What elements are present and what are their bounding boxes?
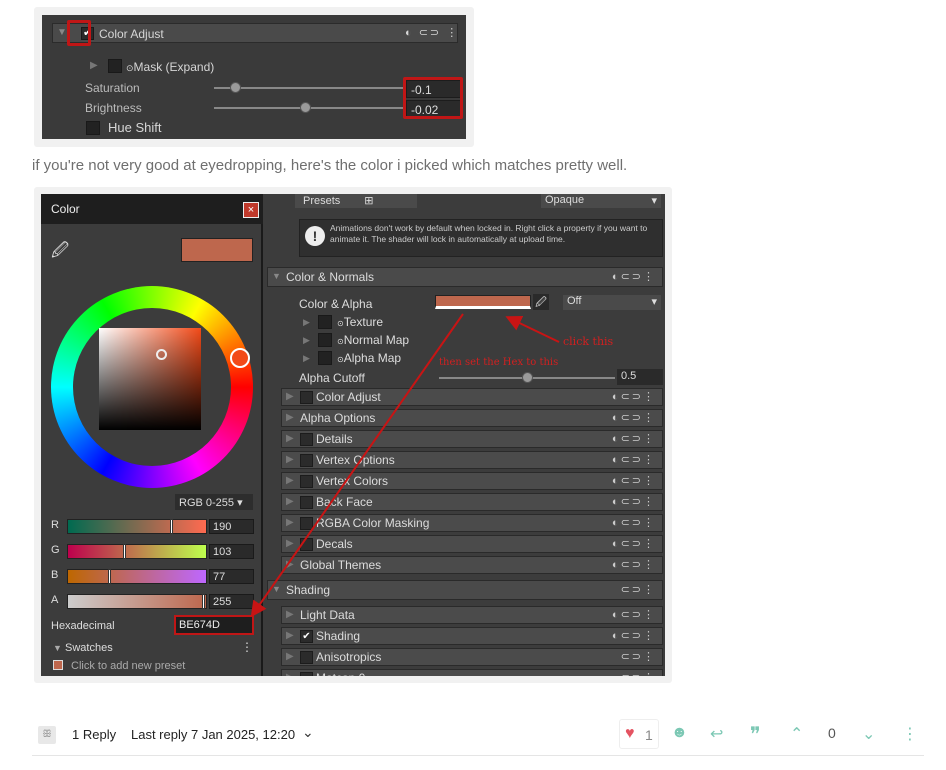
saturation-slider[interactable] xyxy=(214,82,404,93)
mask-texture-slot[interactable] xyxy=(108,59,122,73)
values-highlight xyxy=(403,77,463,119)
hue-shift-label: Hue Shift xyxy=(108,120,162,135)
brightness-label: Brightness xyxy=(85,101,142,115)
user-avatar[interactable]: ꕥ xyxy=(38,726,56,744)
brightness-slider[interactable] xyxy=(214,102,404,113)
quote-icon[interactable]: ❞ xyxy=(750,722,761,747)
arrow-to-hex-input xyxy=(250,313,464,618)
checkbox-highlight xyxy=(67,20,91,46)
color-adjust-header[interactable]: ▼ ✔ Color Adjust ◐ ⊂⊃ ⋮ xyxy=(52,23,458,43)
upvote-icon[interactable]: ⌃ xyxy=(790,724,803,744)
last-reply[interactable]: Last reply 7 Jan 2025, 12:20 xyxy=(131,727,295,742)
more-options-icon[interactable]: ⋮ xyxy=(902,724,918,744)
collapse-triangle-icon[interactable]: ▼ xyxy=(57,27,67,38)
post-footer: ꕥ 1 Reply Last reply 7 Jan 2025, 12:20 ⌄… xyxy=(32,716,924,756)
emoji-react-icon[interactable]: ☻ xyxy=(671,724,688,742)
header-icons[interactable]: ◐ ⊂⊃ ⋮ xyxy=(405,26,459,39)
chevron-down-icon[interactable]: ⌄ xyxy=(302,724,314,741)
color-adjust-screenshot: ▼ ✔ Color Adjust ◐ ⊂⊃ ⋮ ▶ ⊙Mask (Expand)… xyxy=(34,7,474,147)
brightness-slider-knob[interactable] xyxy=(300,102,312,113)
arrow-to-color-field xyxy=(505,315,560,343)
color-adjust-label: Color Adjust xyxy=(99,27,164,41)
downvote-icon[interactable]: ⌄ xyxy=(862,724,875,744)
expand-triangle-icon[interactable]: ▶ xyxy=(90,60,98,71)
mask-label: ⊙Mask (Expand) xyxy=(126,60,215,74)
reply-icon[interactable]: ↩ xyxy=(710,724,723,744)
like-button[interactable]: ♥ 1 xyxy=(619,719,659,749)
replies-count[interactable]: 1 Reply xyxy=(72,727,116,742)
saturation-label: Saturation xyxy=(85,81,140,95)
saturation-slider-knob[interactable] xyxy=(229,82,241,93)
vote-count: 0 xyxy=(828,725,836,741)
editor-shot: Color × 🖉 RGB 0-255 ▾ R 190 G 103 B 77 A xyxy=(41,194,665,676)
heart-icon: ♥ xyxy=(625,725,635,742)
hue-shift-checkbox[interactable] xyxy=(86,121,100,135)
color-picker-screenshot: Color × 🖉 RGB 0-255 ▾ R 190 G 103 B 77 A xyxy=(34,187,672,683)
annotation-arrows xyxy=(250,313,560,618)
like-count: 1 xyxy=(645,727,653,743)
color-adjust-panel: ▼ ✔ Color Adjust ◐ ⊂⊃ ⋮ ▶ ⊙Mask (Expand)… xyxy=(42,15,466,139)
post-caption: if you're not very good at eyedropping, … xyxy=(32,157,628,174)
